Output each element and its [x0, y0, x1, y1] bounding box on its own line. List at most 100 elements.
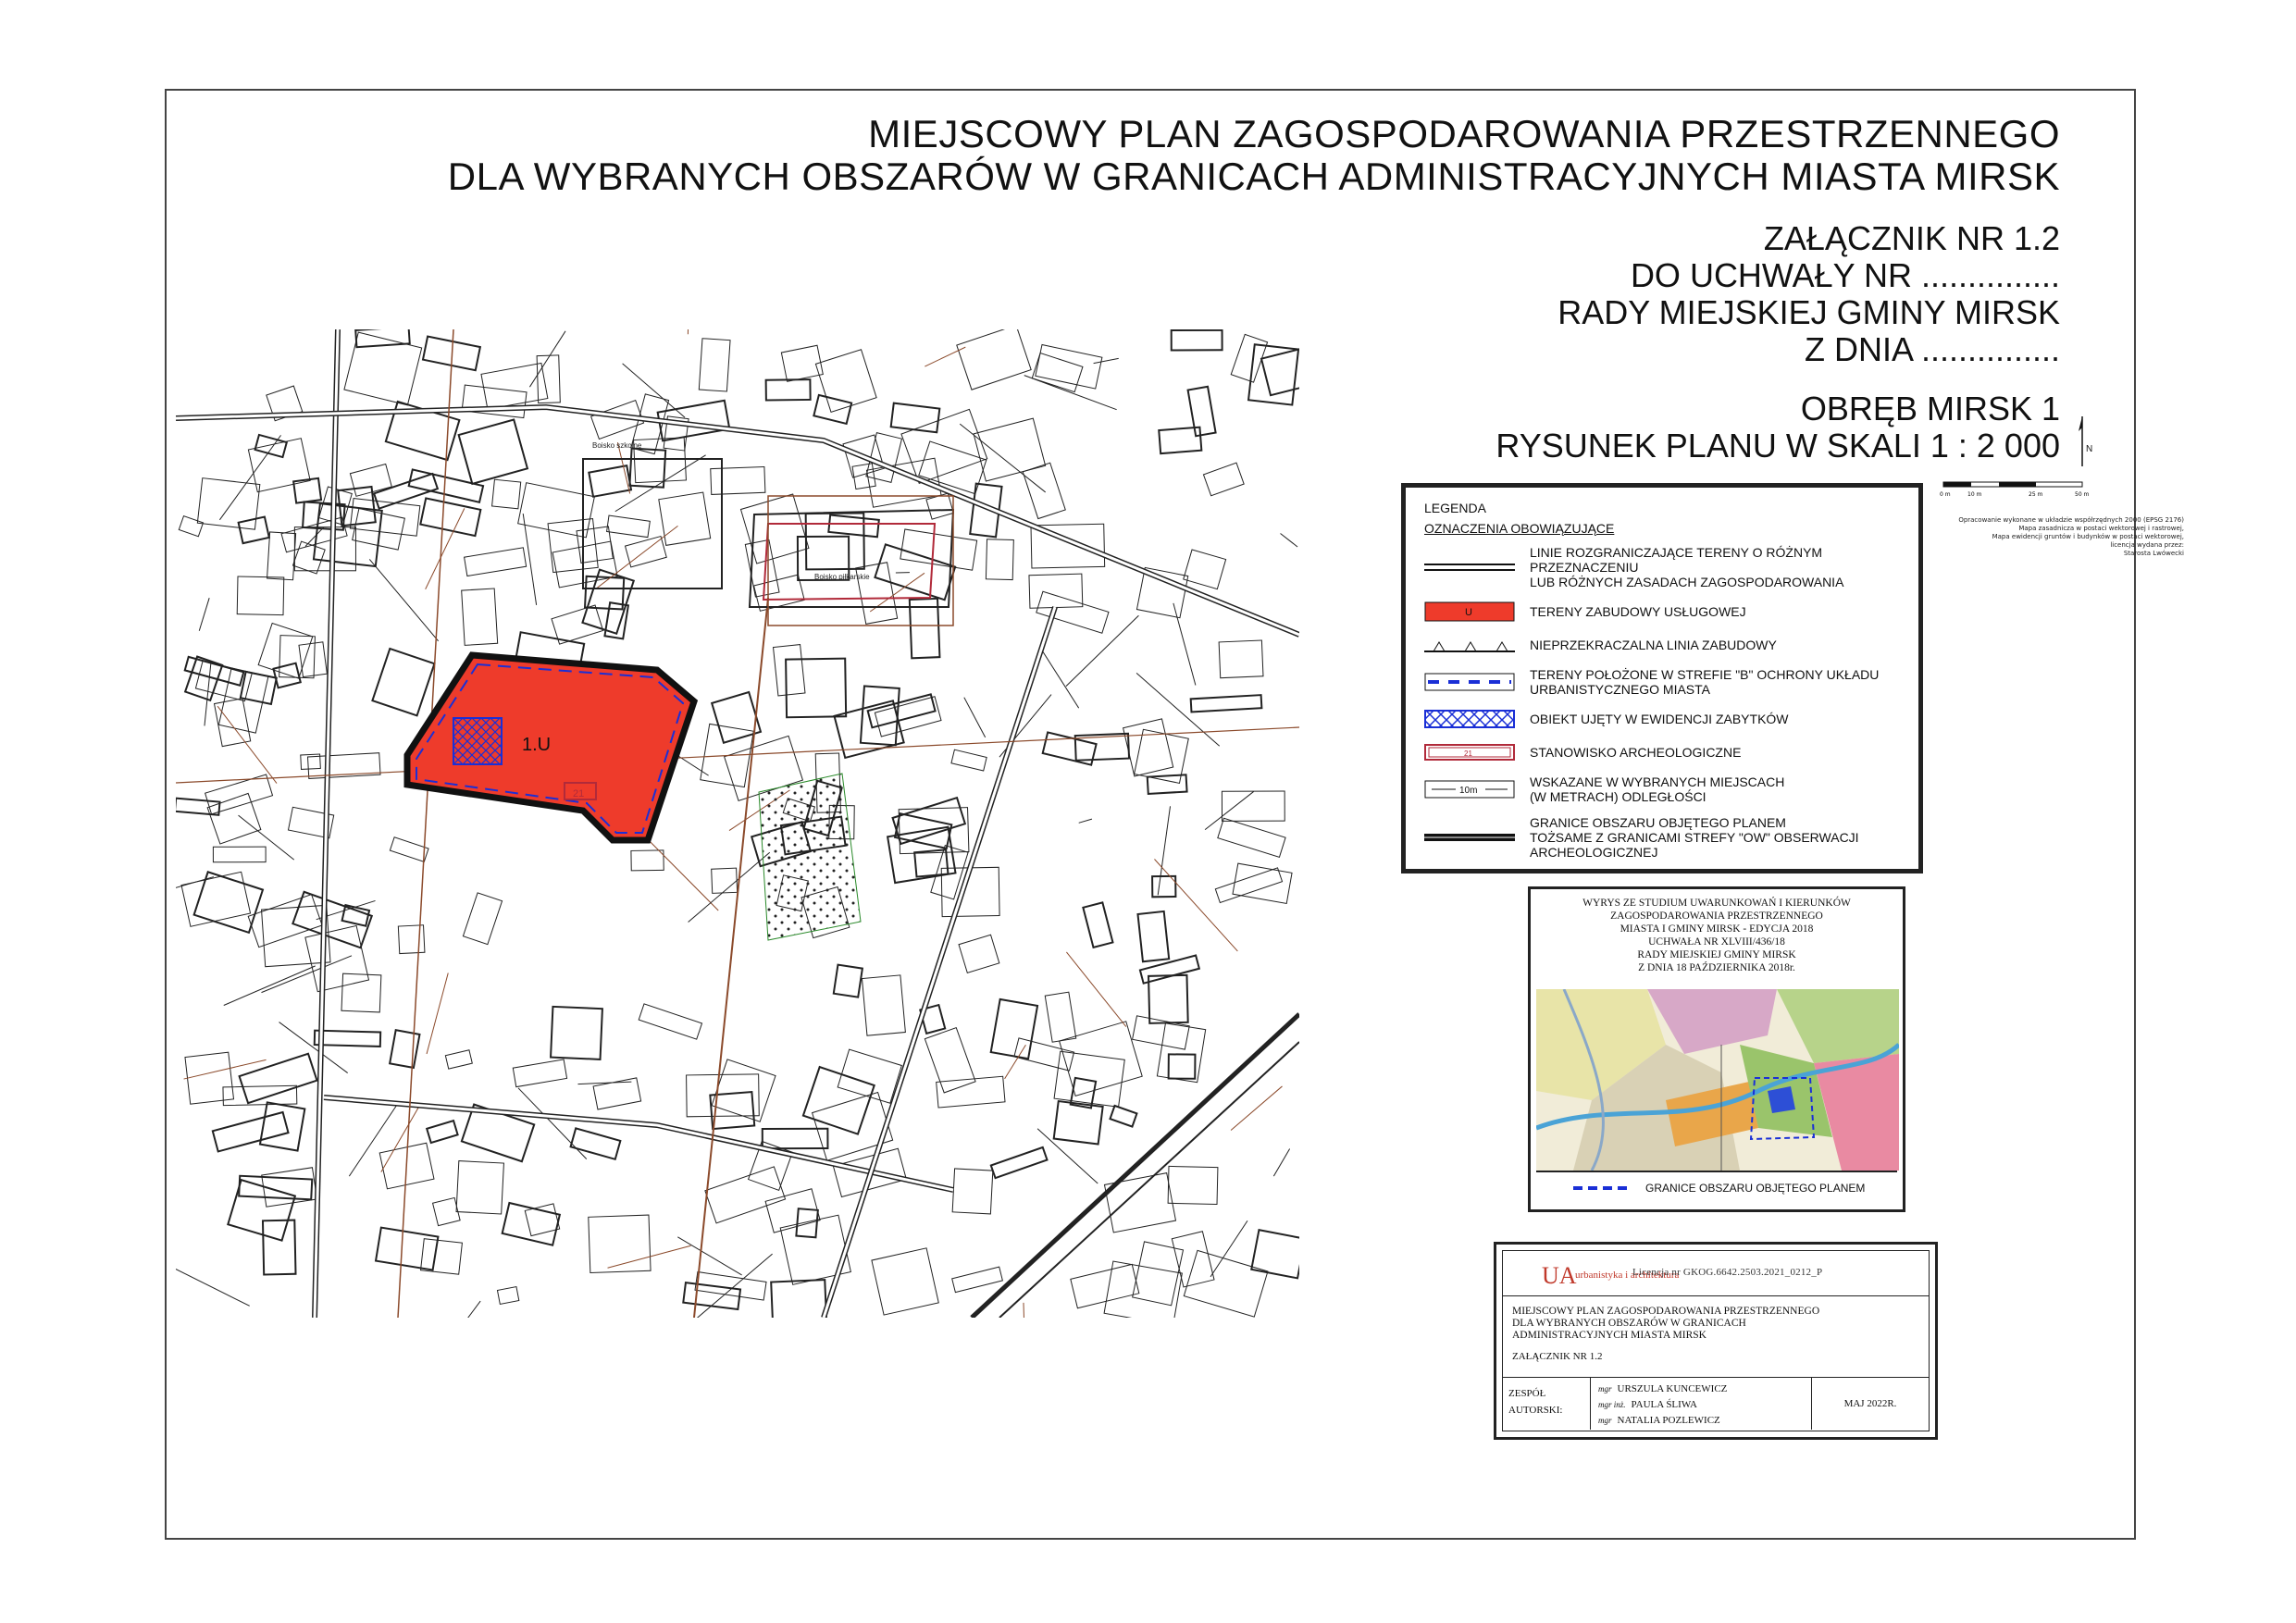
legend-item-label: TERENY ZABUDOWY USŁUGOWEJ: [1530, 604, 1746, 619]
parcel: [686, 1073, 760, 1118]
parcel: [658, 491, 712, 546]
parcel: [444, 1049, 473, 1070]
building: [419, 497, 482, 538]
scale-label-3: 50 m: [2075, 491, 2090, 498]
legend-item-dimension: 10m WSKAZANE W WYBRANYCH MIEJSCACH (W ME…: [1424, 774, 1900, 804]
parcel: [1218, 639, 1264, 679]
zone-label: 1.U: [522, 735, 551, 755]
studium-extract: WYRYS ZE STUDIUM UWARUNKOWAŃ I KIERUNKÓW…: [1528, 886, 1905, 1212]
parcel: [184, 1051, 235, 1105]
legend-item-building-line: NIEPRZEKRACZALNA LINIA ZABUDOWY: [1424, 634, 1900, 656]
legend-item-archaeological-site: 21 STANOWISKO ARCHEOLOGICZNE: [1424, 741, 1900, 763]
parcel-boundary: [622, 363, 686, 418]
scale-label-2: 25 m: [2029, 491, 2043, 498]
building: [859, 685, 900, 747]
archaeological-site-code: 21: [573, 788, 584, 799]
parcel: [551, 604, 604, 645]
building: [388, 1029, 421, 1070]
parcel: [397, 924, 426, 955]
building: [254, 433, 289, 459]
note-line: Starosta Lwówecki: [2123, 550, 2184, 557]
parcel: [1183, 549, 1227, 590]
building: [891, 796, 967, 846]
building: [341, 903, 371, 927]
building: [813, 393, 853, 426]
building: [801, 1065, 875, 1135]
scale-label-1: 10 m: [1967, 491, 1982, 498]
building: [211, 1110, 290, 1153]
studium-map: [1536, 989, 1899, 1171]
parcel: [261, 1167, 318, 1208]
parcel-boundary: [1210, 1220, 1248, 1278]
parcel-boundary: [1066, 951, 1127, 1027]
licence-notes: Opracowanie wykonane w układzie współrzę…: [1906, 516, 2184, 558]
parcel-boundary: [1023, 1302, 1024, 1318]
studium-line: ZAGOSPODAROWANIA PRZESTRZENNEGO: [1610, 911, 1823, 922]
studium-legend: GRANICE OBSZARU OBJĘTEGO PLANEM: [1536, 1171, 1897, 1204]
parcel-boundary: [1004, 1044, 1026, 1080]
building: [889, 402, 941, 434]
parcel-boundary: [614, 454, 706, 513]
building: [764, 378, 812, 402]
parcel: [630, 849, 664, 872]
scale-label-0: 0 m: [1940, 491, 1951, 498]
parcel: [1232, 862, 1293, 905]
studium-line: WYRYS ZE STUDIUM UWARUNKOWAŃ I KIERUNKÓW: [1582, 898, 1851, 909]
building: [237, 515, 271, 545]
studium-line: MIASTA I GMINY MIRSK - EDYCJA 2018: [1620, 923, 1814, 935]
parcel-boundary: [528, 330, 566, 388]
building: [795, 1208, 819, 1239]
building: [176, 797, 221, 816]
building: [183, 655, 245, 688]
parcel-boundary: [1280, 533, 1298, 548]
legend-code-21: 21: [1464, 750, 1472, 758]
document-code: Licencja nr GKOG.6642.2503.2021_0212_P: [1632, 1267, 1823, 1278]
building: [227, 1178, 297, 1242]
roads: [176, 329, 1299, 1318]
triangles-icon: [1424, 641, 1515, 652]
parcel: [212, 846, 267, 863]
parcel: [1214, 867, 1284, 904]
plan-title-line-1: MIEJSCOWY PLAN ZAGOSPODAROWANIA PRZESTRZ…: [868, 112, 2060, 155]
dimension-icon: 10m: [1424, 780, 1515, 799]
author-list: mgr URSZULA KUNCEWICZ mgr inż. PAULA ŚLIWA…: [1591, 1378, 1812, 1430]
parcel: [1070, 1263, 1140, 1309]
parcel-boundary: [218, 435, 281, 521]
building: [550, 1005, 603, 1060]
building: [313, 1029, 382, 1047]
stamp-desc-line: MIEJSCOWY PLAN ZAGOSPODAROWANIA PRZESTRZ…: [1512, 1306, 1820, 1317]
stamp-desc-line: ADMINISTRACYJNYCH MIASTA MIRSK: [1512, 1330, 1706, 1341]
road-lower: [323, 1095, 954, 1193]
legend-code-u: U: [1465, 607, 1472, 618]
legend-item-label: GRANICE OBSZARU OBJĘTEGO PLANEM TOŻSAME …: [1530, 815, 1859, 860]
parcel-boundary: [925, 346, 966, 367]
scale-bar: 0 m 10 m 25 m 50 m: [1934, 479, 2101, 503]
parcel: [1171, 1231, 1215, 1288]
building: [272, 662, 302, 689]
parcel: [236, 576, 285, 616]
attachment-number: ZAŁĄCZNIK NR 1.2: [1763, 219, 2060, 257]
parcel-boundary: [467, 1300, 481, 1318]
parcel: [1122, 718, 1174, 777]
building: [1170, 329, 1223, 352]
parcel-boundary: [279, 1022, 348, 1073]
parcel: [951, 1168, 994, 1215]
legend-item-label: TERENY POŁOŻONE W STREFIE "B" OCHRONY UK…: [1530, 667, 1880, 697]
parcel: [711, 867, 738, 894]
plan-map[interactable]: 1.U 21 Boisko szkolne Boisko piłkarskie: [176, 329, 1299, 1318]
building: [785, 657, 848, 719]
legend-item-label: LINIE ROZGRANICZAJĄCE TERENY O RÓŻNYM PR…: [1530, 545, 1844, 589]
parcel-boundary: [1065, 614, 1139, 688]
parcel-boundary: [1024, 375, 1117, 411]
parcel: [341, 973, 382, 1013]
blue-zone-icon: [1424, 673, 1515, 691]
legend-section-title: OZNACZENIA OBOWIĄZUJĄCE: [1424, 521, 1615, 536]
note-line: Mapa ewidencji gruntów i budynków w post…: [1992, 533, 2184, 540]
parcel: [704, 1166, 787, 1224]
parcel: [496, 1285, 520, 1306]
building: [1189, 694, 1263, 713]
resolution-number: DO UCHWAŁY NR ...............: [1630, 256, 2060, 294]
parcel: [222, 1084, 298, 1107]
parcel: [180, 871, 252, 927]
legend-item-heritage: OBIEKT UJĘTY W EWIDENCJI ZABYTKÓW: [1424, 708, 1900, 730]
